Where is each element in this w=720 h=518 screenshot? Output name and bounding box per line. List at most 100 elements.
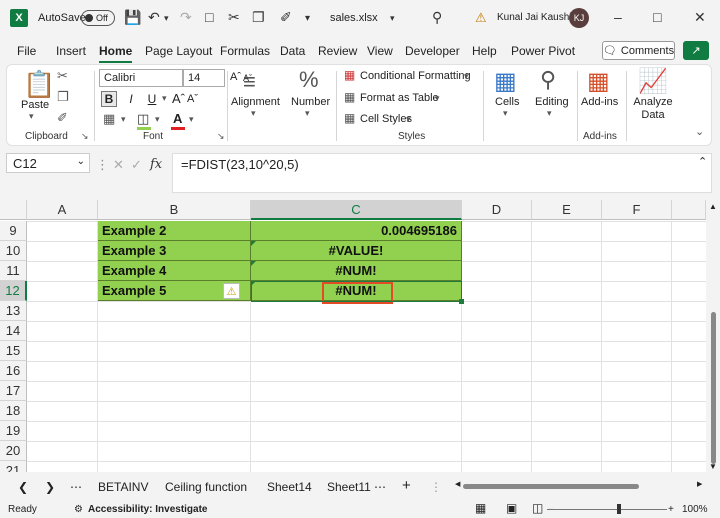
page-break-view-icon[interactable]: ◫	[532, 501, 543, 515]
font-color-icon[interactable]: A	[173, 111, 182, 126]
vertical-scrollbar[interactable]: ▲ ▼	[706, 200, 720, 472]
tab-developer[interactable]: Developer	[405, 44, 460, 58]
more-sheets-icon[interactable]: ⋯	[70, 480, 82, 494]
formula-bar-options-icon[interactable]: ⋮	[96, 157, 109, 173]
formula-input[interactable]: =FDIST(23,10^20,5)	[172, 153, 712, 193]
underline-button[interactable]: U	[144, 91, 160, 107]
sheet-tab-sheet11[interactable]: Sheet11	[327, 480, 371, 494]
file-name[interactable]: sales.xlsx	[330, 12, 378, 24]
cell-b10[interactable]: Example 3	[98, 241, 251, 261]
addins-icon[interactable]: ▦	[587, 67, 610, 96]
row-header-19[interactable]: 19	[0, 421, 27, 441]
cells-dropdown-icon[interactable]: ▾	[503, 108, 508, 119]
row-header-16[interactable]: 16	[0, 361, 27, 381]
paste-label[interactable]: Paste	[21, 99, 49, 111]
sheet-tab-ceiling-function[interactable]: Ceiling function	[165, 480, 247, 494]
font-launcher-icon[interactable]: ↘	[217, 131, 225, 142]
name-box-dropdown-icon[interactable]: ⌄	[77, 156, 85, 167]
zoom-slider[interactable]	[547, 509, 667, 510]
cell-b11[interactable]: Example 4	[98, 261, 251, 281]
format-as-table-label[interactable]: Format as Table	[360, 92, 439, 104]
copy-icon[interactable]: ❐	[57, 89, 69, 105]
row-header-9[interactable]: 9	[0, 221, 27, 241]
format-painter-icon[interactable]: ✐	[57, 110, 68, 126]
column-header-c[interactable]: C	[251, 200, 462, 220]
alignment-dropdown-icon[interactable]: ▾	[251, 108, 256, 119]
collapse-ribbon-icon[interactable]: ⌄	[695, 125, 704, 138]
fill-handle[interactable]	[459, 299, 464, 304]
cut-icon[interactable]: ✂	[228, 9, 240, 26]
cut-icon[interactable]: ✂	[57, 68, 68, 84]
font-color-dropdown-icon[interactable]: ▾	[189, 114, 194, 125]
zoom-level[interactable]: 100%	[682, 504, 708, 515]
comments-button[interactable]: 🗨 Comments	[602, 41, 675, 60]
name-box[interactable]: C12 ⌄	[6, 153, 90, 173]
row-header-11[interactable]: 11	[0, 261, 27, 281]
horizontal-scroll-thumb[interactable]	[463, 484, 639, 489]
cell-c10[interactable]: #VALUE!	[251, 241, 462, 261]
editing-search-icon[interactable]: ⚲	[540, 67, 556, 93]
borders-icon[interactable]: ▦	[103, 111, 115, 127]
row-header-13[interactable]: 13	[0, 301, 27, 321]
new-document-icon[interactable]: □	[205, 9, 213, 25]
accessibility-icon[interactable]: ⚙	[74, 504, 83, 515]
add-sheet-button[interactable]: +	[402, 477, 411, 494]
fill-color-dropdown-icon[interactable]: ▾	[155, 114, 160, 125]
sheet-options-icon[interactable]: ⋮	[430, 480, 442, 494]
italic-button[interactable]: I	[123, 91, 139, 107]
tab-home[interactable]: Home	[99, 44, 133, 63]
tab-help[interactable]: Help	[472, 44, 497, 58]
editing-dropdown-icon[interactable]: ▾	[547, 108, 552, 119]
copy-icon[interactable]: ❐	[252, 9, 265, 26]
cells-label[interactable]: Cells	[495, 96, 519, 108]
conditional-formatting-label[interactable]: Conditional Formatting	[360, 70, 471, 82]
normal-view-icon[interactable]: ▦	[475, 501, 486, 515]
conditional-formatting-icon[interactable]: ▦	[344, 68, 355, 82]
close-icon[interactable]: ✕	[694, 9, 706, 26]
column-header-b[interactable]: B	[98, 200, 251, 220]
customize-toolbar-icon[interactable]: ▾	[305, 13, 310, 24]
error-warning-icon[interactable]: ⚠	[223, 283, 240, 299]
conditional-formatting-dropdown-icon[interactable]: ▾	[464, 71, 469, 82]
format-as-table-dropdown-icon[interactable]: ▾	[435, 93, 440, 104]
row-header-21[interactable]: 21	[0, 461, 27, 472]
number-label[interactable]: Number	[291, 96, 330, 108]
alignment-label[interactable]: Alignment	[231, 96, 280, 108]
fill-color-icon[interactable]: ◫	[137, 111, 149, 127]
filename-chevron-icon[interactable]: ▾	[390, 13, 395, 24]
minimize-icon[interactable]: –	[614, 9, 622, 25]
increase-font-size-icon[interactable]: Aˆ	[172, 91, 185, 106]
user-name[interactable]: Kunal Jai Kaushik	[497, 12, 577, 23]
cells-icon[interactable]: ▦	[494, 67, 517, 96]
addins-button-label[interactable]: Add-ins	[581, 96, 618, 108]
more-sheets-right-icon[interactable]: ⋯	[374, 480, 386, 494]
tab-power-pivot[interactable]: Power Pivot	[511, 44, 575, 58]
sheet-tab-betainv[interactable]: BETAINV	[98, 480, 148, 494]
font-family-select[interactable]: Calibri	[99, 69, 183, 87]
horizontal-scrollbar[interactable]: ◀ ▶	[455, 481, 702, 490]
cell-c11[interactable]: #NUM!	[251, 261, 462, 281]
underline-dropdown-icon[interactable]: ▾	[162, 93, 167, 104]
column-header-e[interactable]: E	[532, 200, 602, 220]
undo-dropdown-icon[interactable]: ▾	[164, 13, 169, 24]
increase-font-icon[interactable]: Aˆ	[230, 71, 241, 83]
tab-data[interactable]: Data	[280, 44, 305, 58]
maximize-icon[interactable]: □	[653, 9, 661, 25]
cancel-entry-icon[interactable]: ✕	[113, 157, 124, 173]
confirm-entry-icon[interactable]: ✓	[131, 157, 142, 173]
row-header-15[interactable]: 15	[0, 341, 27, 361]
share-button[interactable]: ↗	[683, 41, 709, 60]
insert-function-icon[interactable]: fx	[150, 157, 162, 172]
decrease-font-size-icon[interactable]: Aˇ	[187, 93, 198, 105]
prev-sheet-icon[interactable]: ❮	[18, 480, 28, 494]
format-as-table-icon[interactable]: ▦	[344, 90, 355, 104]
select-all-corner[interactable]	[0, 200, 27, 220]
row-header-18[interactable]: 18	[0, 401, 27, 421]
expand-formula-bar-icon[interactable]: ⌃	[698, 155, 707, 168]
cell-styles-dropdown-icon[interactable]: ▾	[406, 114, 411, 125]
row-header-10[interactable]: 10	[0, 241, 27, 261]
sheet-tab-sheet14[interactable]: Sheet14	[267, 480, 312, 494]
vertical-scroll-thumb[interactable]	[711, 312, 716, 464]
zoom-in-icon[interactable]: +	[668, 504, 674, 515]
cell-b9[interactable]: Example 2	[98, 221, 251, 241]
